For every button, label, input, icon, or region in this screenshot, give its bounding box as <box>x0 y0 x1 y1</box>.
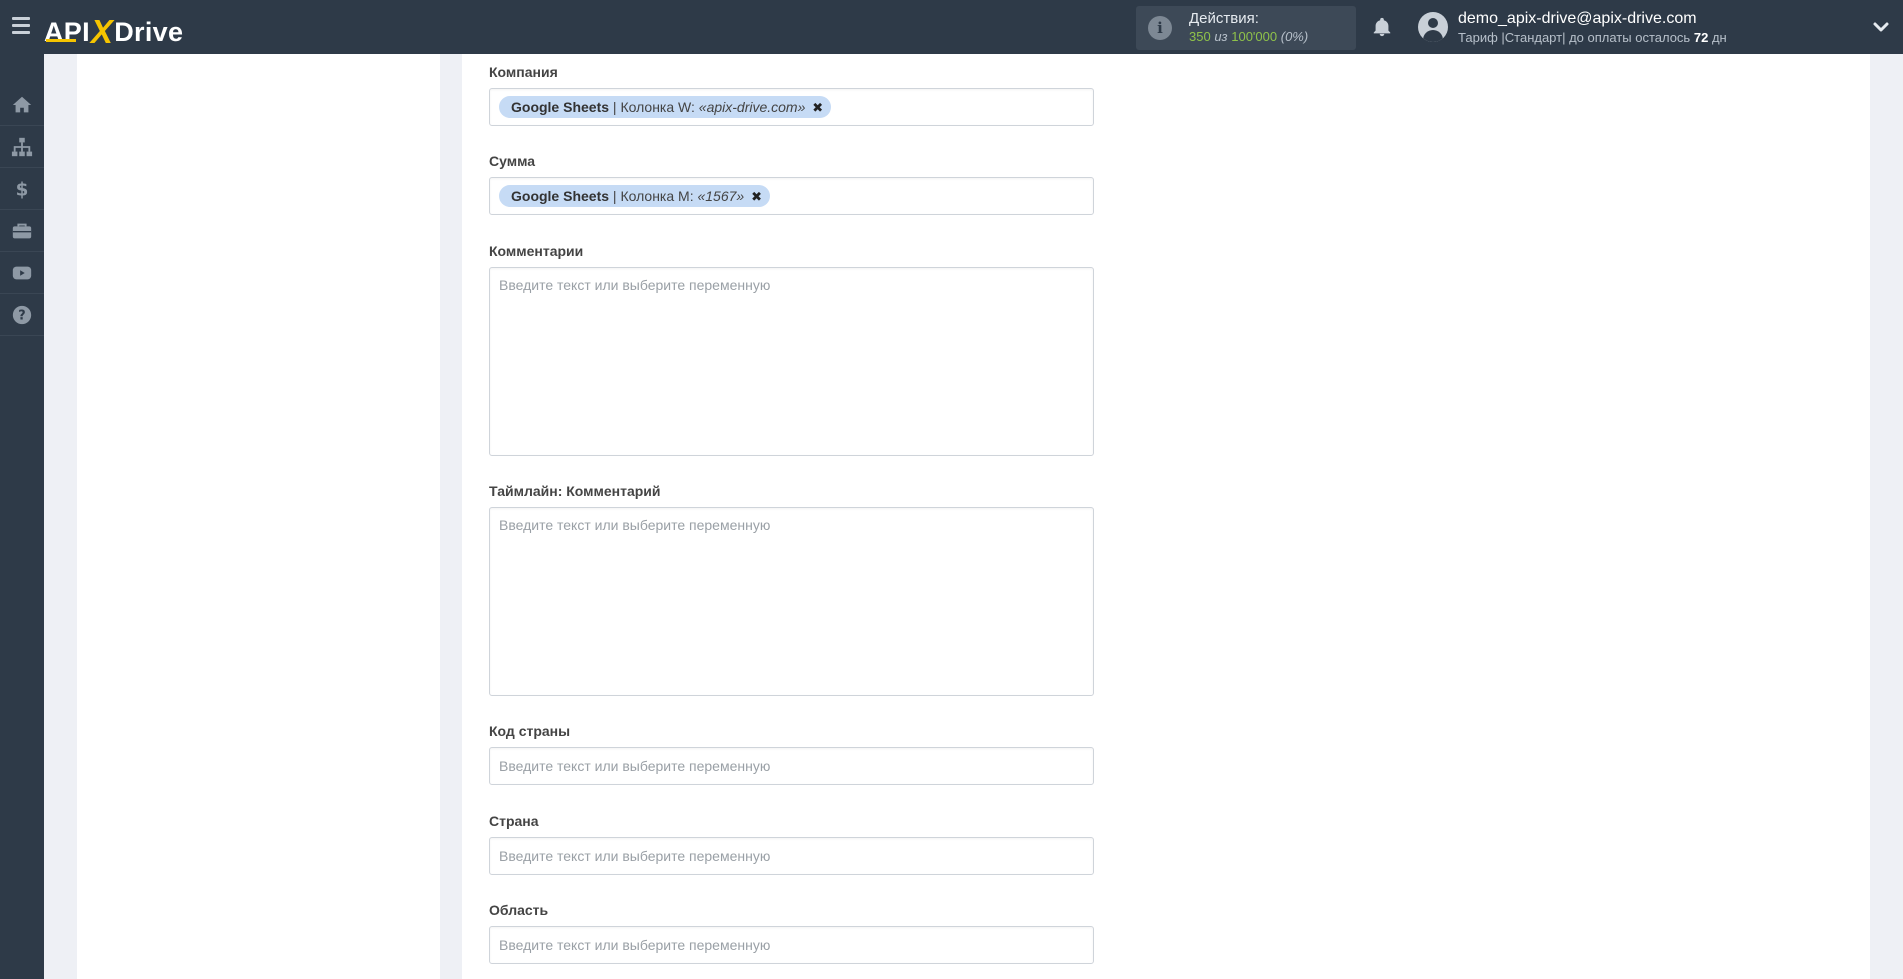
sum-label: Сумма <box>489 153 536 169</box>
user-email[interactable]: demo_apix-drive@apix-drive.com <box>1458 10 1697 28</box>
comments-label: Комментарии <box>489 243 584 259</box>
remove-tag-icon[interactable]: ✖ <box>812 100 823 115</box>
country-code-label: Код страны <box>489 723 571 739</box>
svg-text:$: $ <box>16 179 29 200</box>
country-code-placeholder: Введите текст или выберите переменную <box>499 758 771 774</box>
top-bar: APIXDrive i Действия: 350 из 100'000 (0%… <box>0 0 1903 54</box>
youtube-icon <box>12 266 32 279</box>
sidebar-item-home[interactable] <box>0 84 44 126</box>
region-field[interactable]: Введите текст или выберите переменную <box>489 926 1094 964</box>
bell-icon[interactable] <box>1371 15 1393 39</box>
comments-textarea[interactable]: Введите текст или выберите переменную <box>489 267 1094 456</box>
user-plan: Тариф |Стандарт| до оплаты осталось 72 д… <box>1458 30 1727 45</box>
briefcase-icon <box>12 223 32 238</box>
avatar[interactable] <box>1418 12 1448 42</box>
region-label: Область <box>489 902 549 918</box>
country-code-field[interactable]: Введите текст или выберите переменную <box>489 747 1094 785</box>
comments-placeholder: Введите текст или выберите переменную <box>499 277 771 293</box>
timeline-comment-label: Таймлайн: Комментарий <box>489 483 661 499</box>
sidebar-item-billing[interactable]: $ <box>0 168 44 210</box>
help-icon: ? <box>12 305 32 324</box>
region-placeholder: Введите текст или выберите переменную <box>499 937 771 953</box>
timeline-comment-textarea[interactable]: Введите текст или выберите переменную <box>489 507 1094 696</box>
sidebar-item-connections[interactable] <box>0 126 44 168</box>
info-icon: i <box>1148 16 1172 40</box>
sitemap-icon <box>11 137 33 156</box>
country-placeholder: Введите текст или выберите переменную <box>499 848 771 864</box>
left-panel <box>77 54 440 979</box>
sidebar-item-help[interactable]: ? <box>0 294 44 336</box>
sum-field[interactable]: Google Sheets | Колонка M: «1567» ✖ <box>489 177 1094 215</box>
variable-tag[interactable]: Google Sheets | Колонка W: «apix-drive.c… <box>499 96 832 118</box>
sidebar-item-video[interactable] <box>0 252 44 294</box>
actions-label: Действия: <box>1189 10 1259 27</box>
svg-text:?: ? <box>18 308 25 323</box>
actions-count: 350 из 100'000 (0%) <box>1189 29 1309 44</box>
menu-icon[interactable] <box>12 17 30 37</box>
sidebar-item-services[interactable] <box>0 210 44 252</box>
variable-tag[interactable]: Google Sheets | Колонка M: «1567» ✖ <box>499 185 770 207</box>
actions-counter[interactable]: i Действия: 350 из 100'000 (0%) <box>1136 6 1356 50</box>
company-label: Компания <box>489 64 558 80</box>
country-label: Страна <box>489 813 539 829</box>
chevron-down-icon[interactable] <box>1872 18 1890 36</box>
logo[interactable]: APIXDrive <box>44 11 183 50</box>
dollar-icon: $ <box>16 179 29 200</box>
timeline-comment-placeholder: Введите текст или выберите переменную <box>499 517 771 533</box>
country-field[interactable]: Введите текст или выберите переменную <box>489 837 1094 875</box>
home-icon <box>12 96 32 112</box>
sidebar: $ ? <box>0 54 44 979</box>
remove-tag-icon[interactable]: ✖ <box>751 189 762 204</box>
company-field[interactable]: Google Sheets | Колонка W: «apix-drive.c… <box>489 88 1094 126</box>
